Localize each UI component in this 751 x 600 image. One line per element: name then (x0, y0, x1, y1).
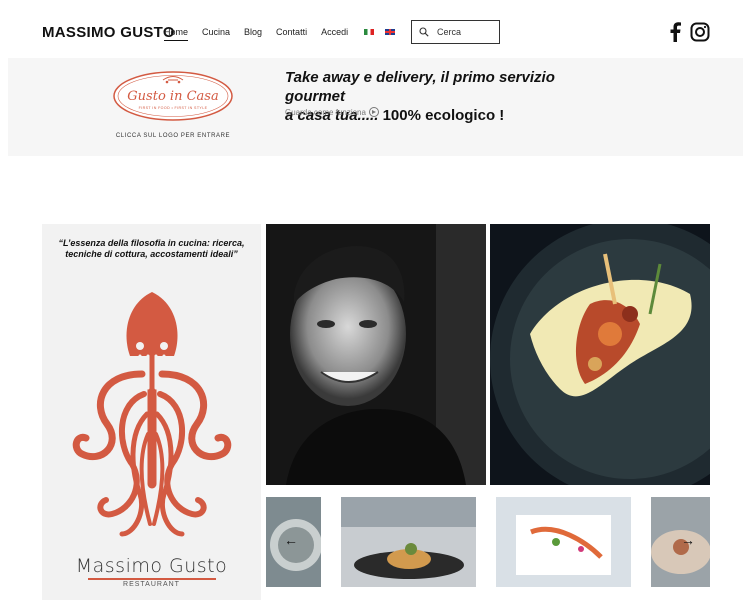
nav-cucina[interactable]: Cucina (202, 27, 230, 41)
search-box[interactable] (411, 20, 500, 44)
promo-line-2-highlight: 100% ecologico ! (382, 107, 505, 124)
search-input[interactable] (437, 27, 497, 37)
promo-line-1: Take away e delivery, il primo servizio … (285, 69, 555, 105)
instagram-icon[interactable] (690, 22, 710, 42)
restaurant-poster: “L’essenza della filosofia in cucina: ri… (42, 224, 261, 600)
nav-blog[interactable]: Blog (244, 27, 262, 41)
gallery-thumb[interactable] (496, 497, 631, 587)
philosophy-quote: “L’essenza della filosofia in cucina: ri… (58, 238, 245, 259)
gusto-in-casa-logo[interactable]: Gusto in Casa FIRST IN FOOD • FIRST IN S… (112, 69, 234, 122)
watch-how-link[interactable]: Guarda come funziona (285, 107, 379, 117)
language-switcher (364, 29, 395, 35)
search-icon (419, 27, 429, 37)
chef-portrait-photo (266, 224, 486, 485)
chevron-right-icon[interactable]: → (681, 532, 695, 548)
watch-how-label: Guarda come funziona (285, 107, 366, 117)
signature-dish-photo (490, 224, 710, 485)
site-header: MASSIMO GUSTO Home Cucina Blog Contatti … (0, 0, 751, 60)
logo-caption: CLICCA SUL LOGO PER ENTRARE (115, 133, 231, 139)
gallery-thumb[interactable] (341, 497, 476, 587)
main-nav: Home Cucina Blog Contatti Accedi (164, 27, 362, 41)
nav-contatti[interactable]: Contatti (276, 27, 307, 41)
svg-text:Gusto in Casa: Gusto in Casa (127, 89, 218, 104)
promo-banner: Gusto in Casa FIRST IN FOOD • FIRST IN S… (8, 58, 743, 156)
flag-it-icon[interactable] (364, 29, 374, 35)
octopus-fork-logo (72, 292, 232, 537)
restaurant-subtitle: RESTAURANT (123, 581, 180, 588)
accent-divider (88, 578, 216, 580)
play-icon[interactable] (368, 107, 379, 117)
nav-home[interactable]: Home (164, 27, 189, 41)
restaurant-name: Massimo Gusto (75, 555, 228, 577)
facebook-icon[interactable] (668, 22, 682, 42)
brand-logo[interactable]: MASSIMO GUSTO (42, 24, 175, 41)
svg-text:FIRST IN FOOD • FIRST IN STYLE: FIRST IN FOOD • FIRST IN STYLE (139, 106, 208, 110)
chevron-left-icon[interactable]: ← (284, 532, 298, 548)
nav-accedi[interactable]: Accedi (321, 27, 348, 41)
flag-uk-icon[interactable] (385, 29, 395, 35)
